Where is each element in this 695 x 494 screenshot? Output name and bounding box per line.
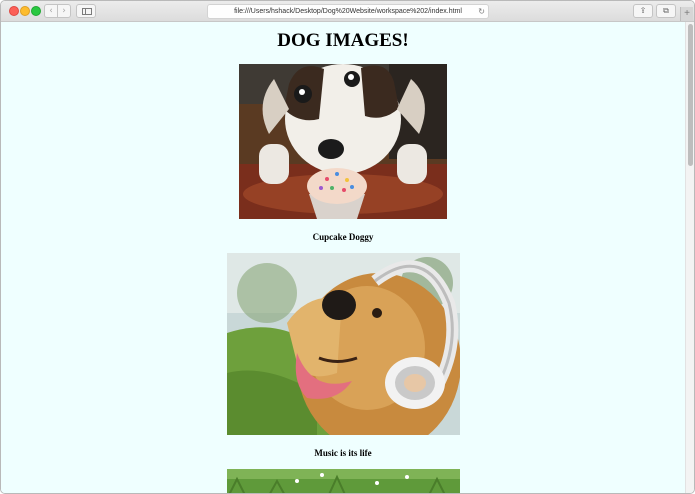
show-tabs-button[interactable]: ⧉ bbox=[656, 4, 676, 18]
reload-button[interactable]: ↻ bbox=[478, 5, 485, 18]
page-title: DOG IMAGES! bbox=[277, 30, 409, 51]
sidebar-toggle-button[interactable] bbox=[76, 4, 96, 18]
sidebar-icon bbox=[82, 8, 92, 15]
dog-headphones-image bbox=[227, 253, 460, 435]
share-button[interactable]: ⇪ bbox=[633, 4, 653, 18]
image-caption: Music is its life bbox=[314, 448, 372, 458]
forward-button[interactable]: › bbox=[57, 4, 71, 18]
image-caption: Cupcake Doggy bbox=[312, 232, 374, 242]
browser-toolbar: ‹ › file:///Users/hshack/Desktop/Dog%20W… bbox=[1, 1, 694, 22]
new-tab-button[interactable]: + bbox=[680, 7, 693, 21]
browser-window: ‹ › file:///Users/hshack/Desktop/Dog%20W… bbox=[0, 0, 695, 494]
grass-dog-image bbox=[227, 469, 460, 493]
close-window-button[interactable] bbox=[9, 6, 19, 16]
scrollbar-thumb[interactable] bbox=[688, 24, 693, 166]
url-text: file:///Users/hshack/Desktop/Dog%20Websi… bbox=[234, 8, 462, 15]
dog-cupcake-image bbox=[239, 64, 447, 219]
vertical-scrollbar[interactable] bbox=[685, 22, 694, 493]
back-button[interactable]: ‹ bbox=[44, 4, 58, 18]
minimize-window-button[interactable] bbox=[20, 6, 30, 16]
address-bar[interactable]: file:///Users/hshack/Desktop/Dog%20Websi… bbox=[207, 4, 489, 19]
zoom-window-button[interactable] bbox=[31, 6, 41, 16]
page-content: DOG IMAGES! Cupcake Doggy Music is its l… bbox=[1, 22, 685, 493]
